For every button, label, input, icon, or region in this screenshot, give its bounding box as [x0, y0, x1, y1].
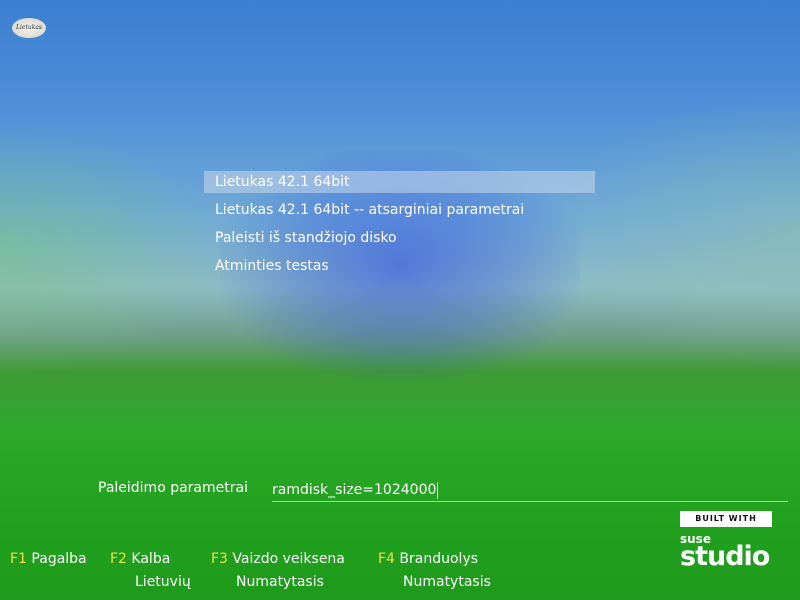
fkey-f1-help[interactable]: F1 Pagalba	[10, 551, 87, 567]
fkey-f4-value: Numatytasis	[403, 574, 491, 590]
boot-menu: Lietukas 42.1 64bit Lietukas 42.1 64bit …	[204, 171, 595, 283]
studio-wordmark: studio	[680, 541, 770, 572]
fkey-f2-label: Kalba	[131, 551, 171, 567]
fkey-f4-label: Branduolys	[399, 551, 479, 567]
lietukas-logo: Lietukas	[12, 18, 46, 38]
boot-options-label: Paleidimo parametrai	[98, 480, 248, 496]
boot-menu-item-default[interactable]: Lietukas 42.1 64bit	[204, 171, 595, 193]
function-key-bar: F1 Pagalba F2 Kalba Lietuvių F3 Vaizdo v…	[0, 551, 560, 595]
built-with-label: BUILT WITH	[680, 511, 772, 527]
boot-options-input[interactable]: ramdisk_size=1024000	[272, 478, 788, 502]
fkey-f1-key: F1	[10, 551, 27, 567]
suse-studio-badge: BUILT WITH suse studio	[680, 511, 780, 571]
boot-menu-item-hard-disk[interactable]: Paleisti iš standžiojo disko	[204, 227, 595, 249]
boot-menu-item-memory-test[interactable]: Atminties testas	[204, 255, 595, 277]
fkey-f2-value: Lietuvių	[135, 574, 191, 590]
boot-menu-item-safe-settings[interactable]: Lietukas 42.1 64bit -- atsarginiai param…	[204, 199, 595, 221]
fkey-f1-label: Pagalba	[31, 551, 87, 567]
text-cursor	[437, 481, 439, 499]
fkey-f2-language[interactable]: F2 Kalba Lietuvių	[110, 551, 191, 590]
background-haze-left	[0, 120, 230, 380]
fkey-f2-key: F2	[110, 551, 127, 567]
fkey-f3-value: Numatytasis	[236, 574, 324, 590]
fkey-f4-key: F4	[378, 551, 395, 567]
fkey-f3-label: Vaizdo veiksena	[232, 551, 345, 567]
fkey-f3-key: F3	[211, 551, 228, 567]
fkey-f3-video-mode[interactable]: F3 Vaizdo veiksena Numatytasis	[211, 551, 345, 590]
boot-options-value: ramdisk_size=1024000	[272, 482, 437, 498]
fkey-f4-kernel[interactable]: F4 Branduolys Numatytasis	[378, 551, 491, 590]
boot-options-underline	[272, 501, 788, 502]
